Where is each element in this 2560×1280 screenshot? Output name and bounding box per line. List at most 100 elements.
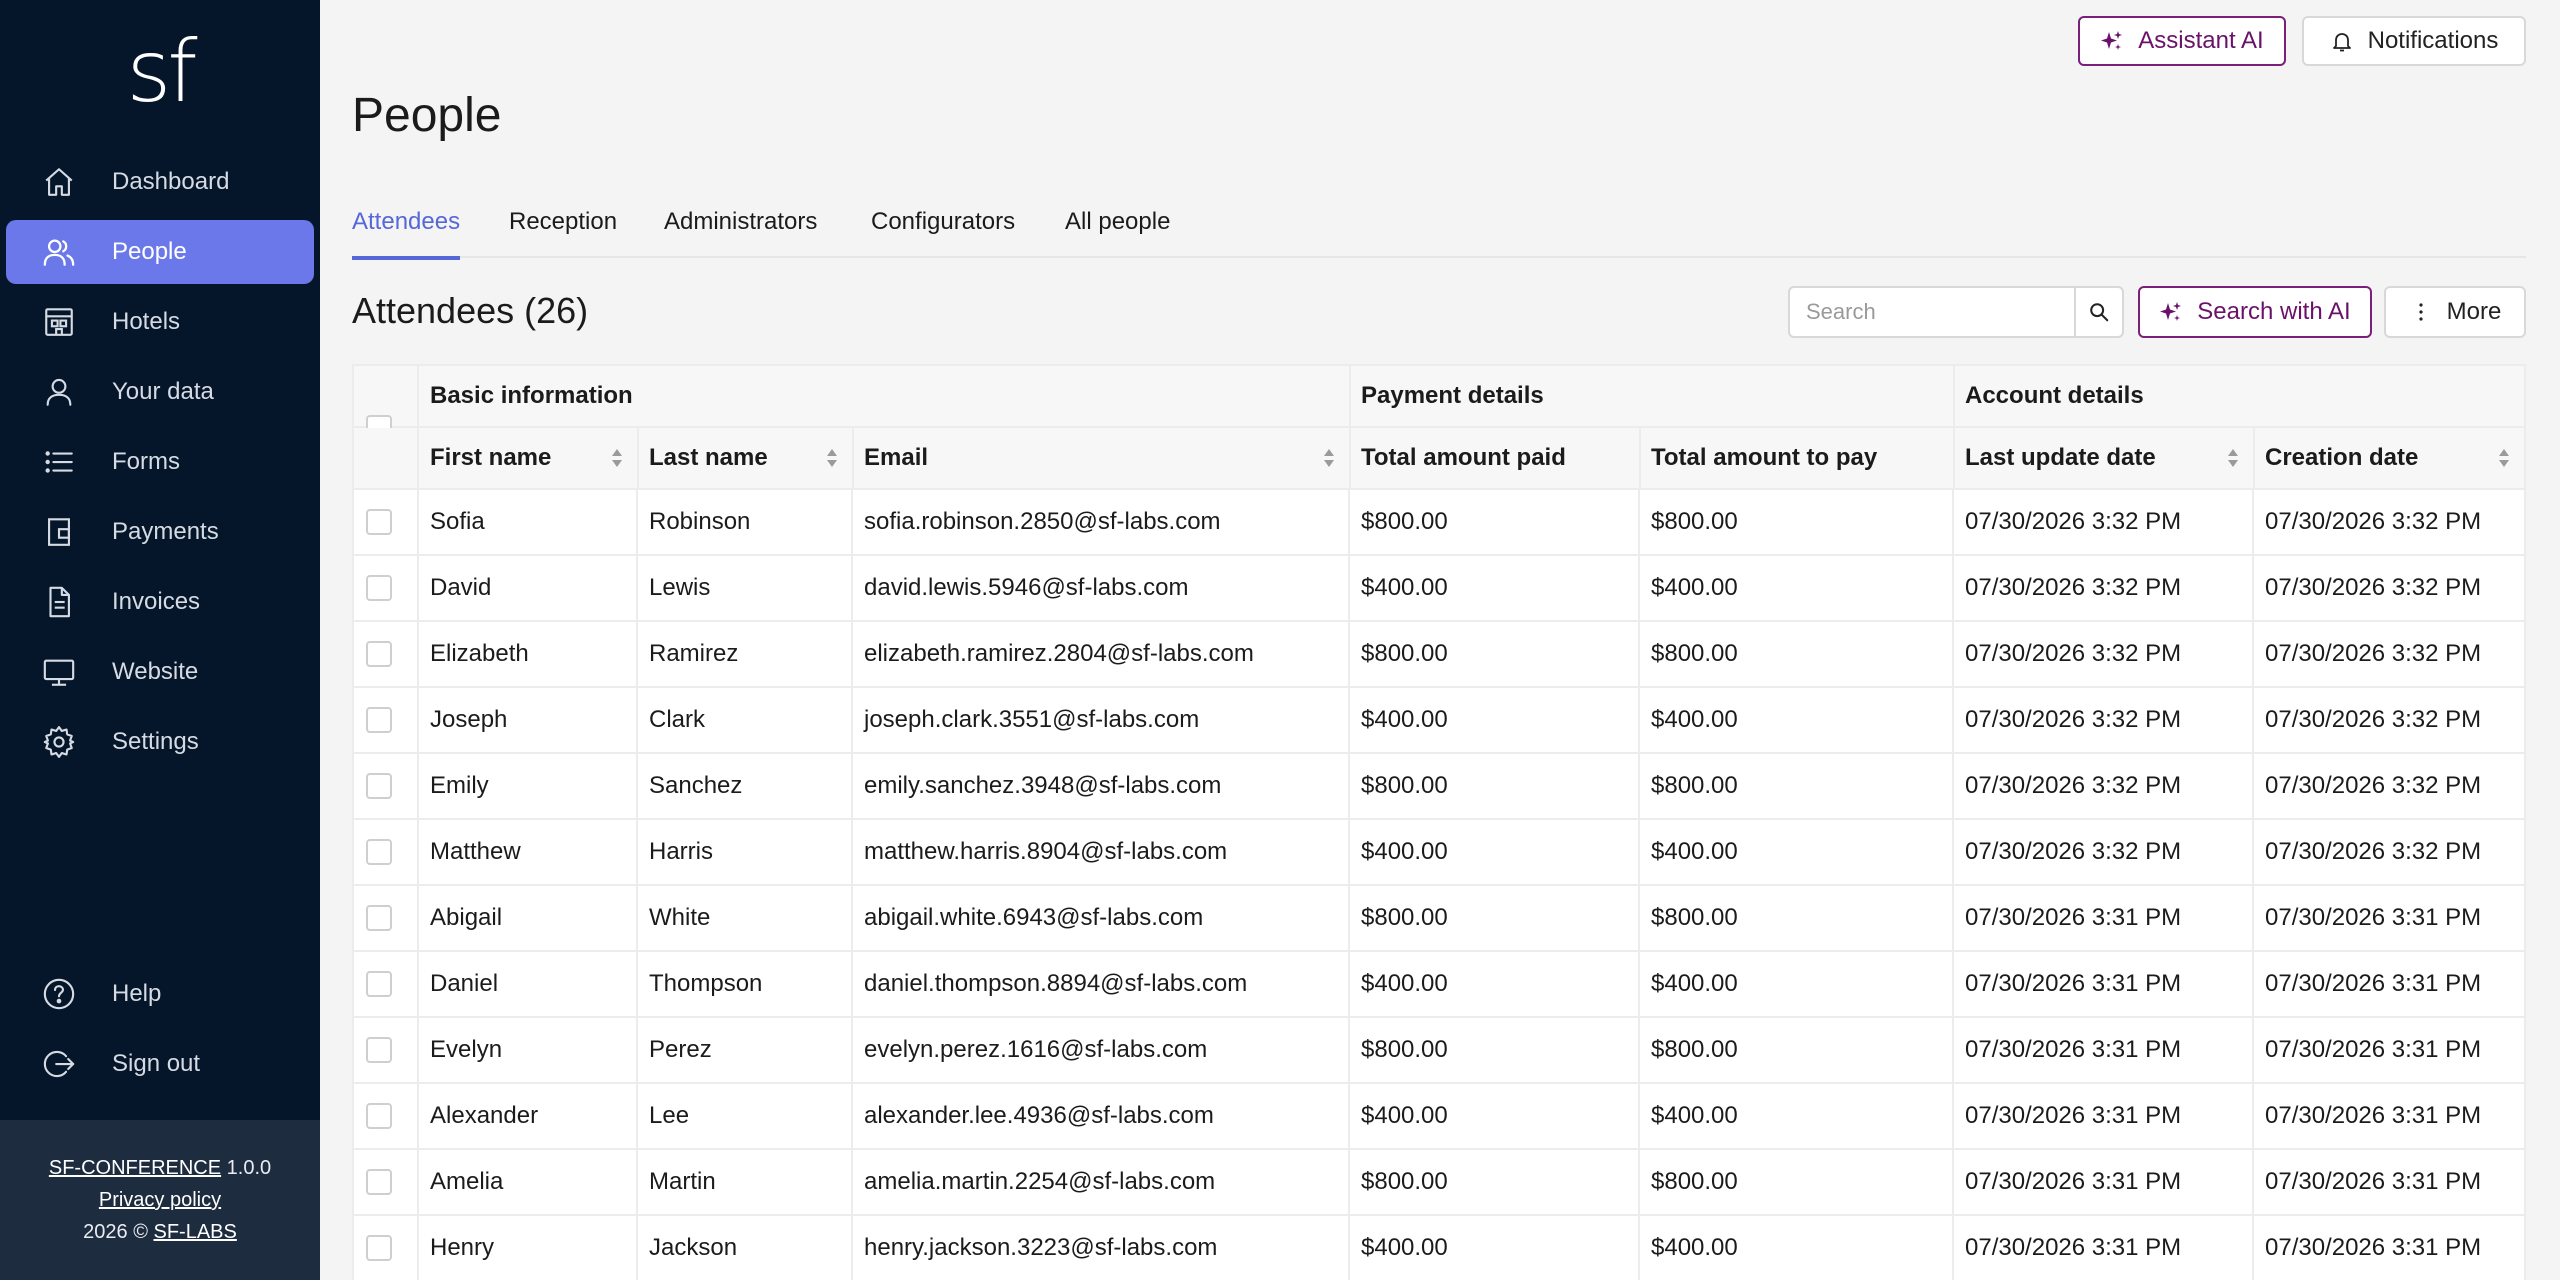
more-button[interactable]: More [2384,286,2526,338]
wallet-icon [48,518,70,546]
row-checkbox[interactable] [366,1103,392,1129]
sidebar-item-invoices[interactable]: Invoices [6,570,314,634]
sidebar-item-help[interactable]: Help [6,962,314,1026]
help-icon [43,978,75,1010]
column-last-name[interactable]: Last name [637,428,852,488]
row-checkbox[interactable] [366,839,392,865]
notifications-button[interactable]: Notifications [2302,16,2526,66]
sparkle-icon [2101,31,2123,50]
table-row[interactable]: Emily Sanchez emily.sanchez.3948@sf-labs.c… [354,754,2524,820]
table-group-header: Basic information Payment details Accoun… [354,366,2524,428]
sidebar-item-settings[interactable]: Settings [6,710,314,774]
sidebar-item-people[interactable]: People [6,220,314,284]
cell-total-amount-paid: $800.00 [1361,640,1448,667]
more-vertical-icon [2419,303,2423,321]
cell-first-name: Daniel [430,970,499,997]
cell-total-amount-paid: $800.00 [1361,1036,1448,1063]
tab-administrators[interactable]: Administrators [664,208,817,258]
gear-icon [43,726,75,758]
sidebar-item-label: People [112,238,187,265]
sidebar-item-hotels[interactable]: Hotels [6,290,314,354]
cell-creation-date: 07/30/2026 3:32 PM [2265,574,2482,601]
table-row[interactable]: Henry Jackson henry.jackson.3223@sf-labs.c… [354,1216,2524,1280]
table-row[interactable]: Matthew Harris matthew.harris.8904@sf-labs… [354,820,2524,886]
cell-email: emily.sanchez.3948@sf-labs.com [864,772,1222,799]
cell-first-name: Elizabeth [430,640,529,667]
cell-total-amount-paid: $400.00 [1361,1234,1448,1261]
cell-creation-date: 07/30/2026 3:32 PM [2265,838,2482,865]
sort-icon [612,449,622,467]
sidebar-item-label: Settings [112,728,199,755]
table-row[interactable]: Abigail White abigail.white.6943@sf-labs.c… [354,886,2524,952]
sidebar-item-label: Website [112,658,199,685]
row-checkbox[interactable] [366,1235,392,1261]
column-first-name[interactable]: First name [418,428,637,488]
page-title: People [352,89,502,142]
column-last-update-date[interactable]: Last update date [1953,428,2253,488]
row-checkbox[interactable] [366,509,392,535]
table-row[interactable]: Sofia Robinson sofia.robinson.2850@sf-labs… [354,490,2524,556]
privacy-policy-link[interactable]: Privacy policy [99,1189,221,1211]
app-version-line: SF-CONFERENCE 1.0.0 [0,1152,320,1184]
cell-creation-date: 07/30/2026 3:31 PM [2265,1036,2482,1063]
cell-last-update-date: 07/30/2026 3:31 PM [1965,1036,2182,1063]
cell-creation-date: 07/30/2026 3:31 PM [2265,1234,2482,1261]
cell-first-name: Joseph [430,706,508,733]
table-row[interactable]: Alexander Lee alexander.lee.4936@sf-labs.c… [354,1084,2524,1150]
sidebar-item-website[interactable]: Website [6,640,314,704]
sidebar-item-payments[interactable]: Payments [6,500,314,564]
app-logo[interactable]: sf [0,22,320,122]
search-input[interactable] [1790,288,2074,336]
cell-total-amount-paid: $400.00 [1361,838,1448,865]
cell-email: david.lewis.5946@sf-labs.com [864,574,1189,601]
search-button[interactable] [2074,286,2124,338]
monitor-icon [43,659,75,686]
table-row[interactable]: Daniel Thompson daniel.thompson.8894@sf-la… [354,952,2524,1018]
app-name-link[interactable]: SF-CONFERENCE [49,1157,221,1179]
row-checkbox[interactable] [366,1037,392,1063]
table-row[interactable]: Amelia Martin amelia.martin.2254@sf-labs.c… [354,1150,2524,1216]
table-row[interactable]: Joseph Clark joseph.clark.3551@sf-labs.com… [354,688,2524,754]
cell-total-amount-to-pay: $800.00 [1651,508,1738,535]
sidebar-item-your-data[interactable]: Your data [6,360,314,424]
copyright-text: 2026 © [83,1221,148,1243]
sidebar-item-dashboard[interactable]: Dashboard [6,150,314,214]
cell-last-name: Harris [649,838,713,865]
section-title: Attendees (26) [352,290,589,331]
cell-total-amount-to-pay: $800.00 [1651,1168,1738,1195]
sidebar-item-forms[interactable]: Forms [6,430,314,494]
sort-icon [827,449,837,467]
list-icon [45,451,73,473]
row-checkbox[interactable] [366,575,392,601]
column-email[interactable]: Email [852,428,1349,488]
cell-total-amount-to-pay: $800.00 [1651,1036,1738,1063]
row-checkbox[interactable] [366,773,392,799]
row-checkbox[interactable] [366,971,392,997]
cell-first-name: Emily [430,772,489,799]
cell-total-amount-paid: $800.00 [1361,904,1448,931]
cell-first-name: David [430,574,492,601]
tab-all-people[interactable]: All people [1065,208,1170,258]
table-row[interactable]: David Lewis david.lewis.5946@sf-labs.com $4… [354,556,2524,622]
column-label: Email [864,444,929,471]
company-link[interactable]: SF-LABS [154,1221,237,1243]
row-checkbox[interactable] [366,707,392,733]
table-row[interactable]: Elizabeth Ramirez elizabeth.ramirez.2804@s… [354,622,2524,688]
row-checkbox[interactable] [366,905,392,931]
sign-out-icon [43,1050,75,1078]
search-with-ai-button[interactable]: Search with AI [2138,286,2372,338]
sidebar-item-sign-out[interactable]: Sign out [6,1032,314,1096]
tab-attendees[interactable]: Attendees [352,208,461,260]
table-row[interactable]: Evelyn Perez evelyn.perez.1616@sf-labs.com… [354,1018,2524,1084]
app-version: 1.0.0 [226,1157,272,1179]
tab-configurators[interactable]: Configurators [871,208,1015,258]
tab-reception[interactable]: Reception [509,208,617,258]
cell-total-amount-to-pay: $800.00 [1651,640,1738,667]
assistant-ai-button[interactable]: Assistant AI [2078,16,2286,66]
row-checkbox[interactable] [366,1169,392,1195]
row-checkbox[interactable] [366,641,392,667]
cell-last-update-date: 07/30/2026 3:32 PM [1965,772,2182,799]
cell-last-update-date: 07/30/2026 3:32 PM [1965,508,2182,535]
cell-first-name: Abigail [430,904,503,931]
column-creation-date[interactable]: Creation date [2253,428,2524,488]
